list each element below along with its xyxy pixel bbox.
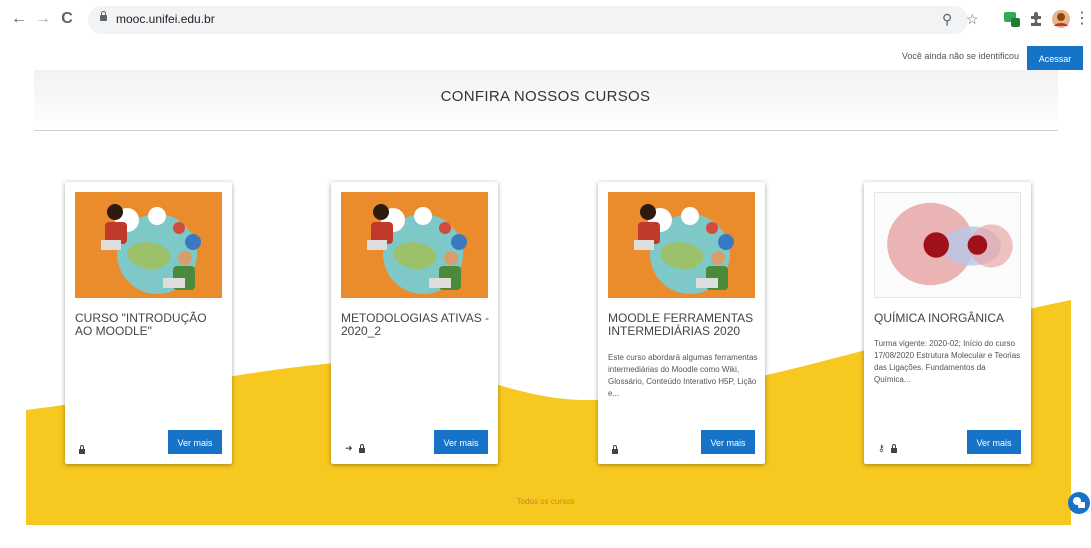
all-courses-link[interactable]: Todos os cursos [0,497,1091,506]
section-divider [34,130,1058,131]
molecular-orbital-illustration [875,193,1020,297]
forward-arrow-icon[interactable]: → [34,10,52,28]
course-image[interactable] [874,192,1021,298]
login-button[interactable]: Acessar [1027,46,1083,70]
ver-mais-button[interactable]: Ver mais [967,430,1021,454]
reload-icon[interactable]: C [58,10,76,28]
section-title: CONFIRA NOSSOS CURSOS [440,88,651,105]
key-icon: ⚷ [878,443,885,453]
browser-menu-icon[interactable]: ⋮ [1073,10,1091,28]
course-card[interactable]: METODOLOGIAS ATIVAS - 2020_2 ➜ Ver mais [331,182,498,464]
ver-mais-button[interactable]: Ver mais [168,430,222,454]
zoom-icon[interactable]: ⚲ [942,11,952,28]
ver-mais-button[interactable]: Ver mais [434,430,488,454]
help-chat-button[interactable] [1068,492,1090,514]
course-image[interactable] [341,192,488,298]
login-bar: Você ainda não se identificou Acessar [883,46,1083,70]
course-title[interactable]: QUÍMICA INORGÂNICA [874,312,1024,325]
course-card[interactable]: MOODLE FERRAMENTAS INTERMEDIÁRIAS 2020 E… [598,182,765,464]
people-network-illustration [608,192,755,298]
back-arrow-icon[interactable]: ← [10,10,28,28]
lock-icon [79,445,85,454]
course-title[interactable]: CURSO "INTRODUÇÃO AO MOODLE" [75,312,225,338]
login-status-text: Você ainda não se identificou [901,51,1019,61]
course-title[interactable]: MOODLE FERRAMENTAS INTERMEDIÁRIAS 2020 [608,312,758,338]
course-enrolment-icons: ⚷ [878,443,897,454]
lock-icon [358,444,365,453]
course-enrolment-icons: ➜ [345,443,365,454]
course-image[interactable] [608,192,755,298]
url-text[interactable]: mooc.unifei.edu.br [116,12,215,26]
lock-icon [890,444,897,453]
course-summary: Turma vigente: 2020-02; Início do curso … [874,339,1021,384]
course-title[interactable]: METODOLOGIAS ATIVAS - 2020_2 [341,312,491,338]
extension-green-icon[interactable] [1003,10,1021,28]
address-bar[interactable]: mooc.unifei.edu.br ⚲ ☆ [88,6,979,34]
course-enrolment-icons [79,445,85,454]
lock-icon [612,445,618,454]
course-card[interactable]: QUÍMICA INORGÂNICA Turma vigente: 2020-0… [864,182,1031,464]
secure-lock-icon[interactable] [100,11,107,21]
browser-toolbar: ← → C mooc.unifei.edu.br ⚲ ☆ ⋮ [0,0,1091,40]
bookmark-star-icon[interactable]: ☆ [966,11,979,28]
course-enrolment-icons [612,445,618,454]
people-network-illustration [75,192,222,298]
course-summary: Este curso abordará algumas ferramentas … [608,353,758,398]
ver-mais-button[interactable]: Ver mais [701,430,755,454]
course-card[interactable]: CURSO "INTRODUÇÃO AO MOODLE" Ver mais [65,182,232,464]
help-icon [1073,497,1085,508]
sign-in-icon: ➜ [345,443,353,453]
people-network-illustration [341,192,488,298]
profile-avatar-icon[interactable] [1051,9,1071,29]
extensions-puzzle-icon[interactable] [1027,10,1045,28]
course-image[interactable] [75,192,222,298]
